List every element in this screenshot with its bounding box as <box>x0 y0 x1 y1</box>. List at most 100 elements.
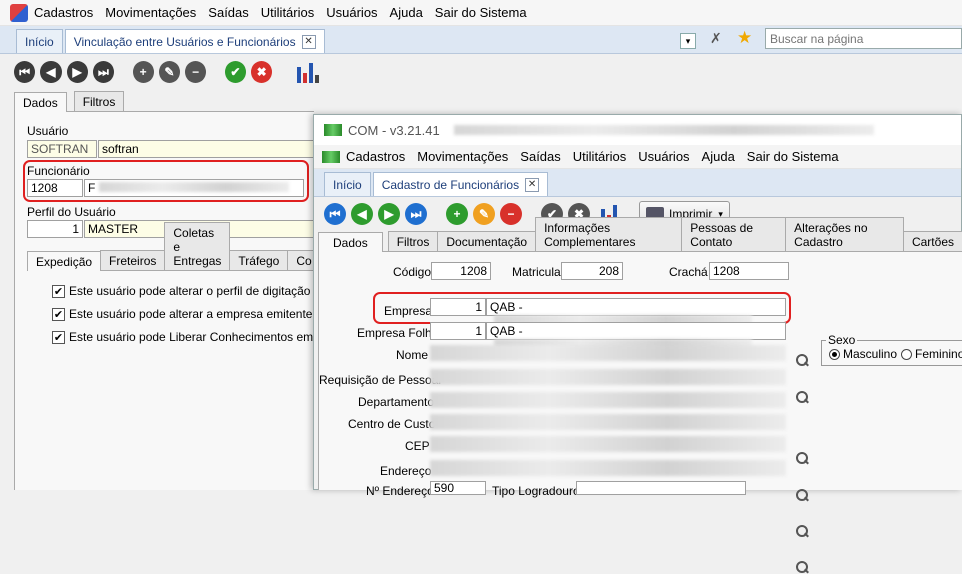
search-icon[interactable] <box>795 524 809 538</box>
menu-saidas[interactable]: Saídas <box>208 5 248 20</box>
window-title: COM - v3.21.41 <box>348 122 440 138</box>
requisicao-field[interactable] <box>430 369 786 385</box>
radio-feminino[interactable] <box>901 348 913 360</box>
check-row-2[interactable]: ✔ Este usuário pode alterar a empresa emi… <box>52 307 346 321</box>
menu-usuarios[interactable]: Usuários <box>638 149 689 164</box>
menu-utilitarios[interactable]: Utilitários <box>261 5 314 20</box>
bg-subtabs: Dados Filtros <box>14 90 314 112</box>
matricula-field[interactable]: 208 <box>561 262 623 280</box>
tab-label: Início <box>25 34 54 49</box>
tab-pessoas-contato[interactable]: Pessoas de Contato <box>681 217 787 251</box>
empresa-folha-name-field[interactable]: QAB - <box>486 322 786 349</box>
tab-dados[interactable]: Dados <box>14 92 67 112</box>
codigo-field[interactable]: 1208 <box>431 262 491 280</box>
departamento-label: Departamento <box>358 395 435 409</box>
star-icon[interactable]: ★ <box>737 28 752 48</box>
matricula-label: Matricula <box>512 265 561 279</box>
tab-cadastro-funcionarios[interactable]: Cadastro de Funcionários ✕ <box>372 172 549 196</box>
menu-ajuda[interactable]: Ajuda <box>702 149 735 164</box>
unpin-icon[interactable]: ✗ <box>710 30 722 47</box>
app-icon <box>324 124 342 136</box>
close-tab-icon[interactable]: ✕ <box>301 34 316 49</box>
search-input[interactable] <box>765 28 962 49</box>
tab-trafego[interactable]: Tráfego <box>229 250 289 270</box>
delete-button[interactable]: − <box>500 203 522 225</box>
menu-movimentacoes[interactable]: Movimentações <box>105 5 196 20</box>
edit-button[interactable]: ✎ <box>473 203 495 225</box>
endereco-field[interactable] <box>430 460 786 476</box>
first-record-button[interactable]: ⏮ <box>324 203 346 225</box>
menu-usuarios[interactable]: Usuários <box>326 5 377 20</box>
codigo-label: Código <box>393 265 432 279</box>
chevron-down-icon[interactable]: ▾ <box>680 33 696 49</box>
radio-feminino-label: Feminino <box>915 347 962 361</box>
menu-movimentacoes[interactable]: Movimentações <box>417 149 508 164</box>
first-record-button[interactable]: ⏮ <box>14 61 36 83</box>
search-icon[interactable] <box>795 488 809 502</box>
search-icon[interactable] <box>795 451 809 465</box>
empresa-folha-code-field[interactable]: 1 <box>430 322 486 340</box>
report-chart-icon[interactable] <box>296 61 320 83</box>
confirm-button[interactable]: ✔ <box>224 61 247 83</box>
next-record-button[interactable]: ▶ <box>66 61 88 83</box>
main-menu-bar: Cadastros Movimentações Saídas Utilitári… <box>0 0 962 26</box>
menu-ajuda[interactable]: Ajuda <box>390 5 423 20</box>
tab-cartoes[interactable]: Cartões <box>902 231 962 251</box>
cep-field[interactable] <box>430 436 786 452</box>
perfil-code-field[interactable]: 1 <box>27 220 83 238</box>
cancel-button[interactable]: ✖ <box>251 61 273 83</box>
tab-expedicao[interactable]: Expedição <box>27 251 102 271</box>
tab-coletas[interactable]: Coletas e Entregas <box>164 222 231 270</box>
tab-inicio[interactable]: Início <box>324 172 371 196</box>
menu-sair[interactable]: Sair do Sistema <box>435 5 527 20</box>
radio-masculino[interactable] <box>829 348 840 360</box>
numero-field[interactable]: 590 <box>430 481 486 495</box>
close-tab-icon[interactable]: ✕ <box>525 177 540 192</box>
delete-button[interactable]: − <box>185 61 207 83</box>
menu-utilitarios[interactable]: Utilitários <box>573 149 626 164</box>
menu-sair[interactable]: Sair do Sistema <box>747 149 839 164</box>
checkbox-checked-icon[interactable]: ✔ <box>52 307 65 321</box>
last-record-button[interactable]: ⏭ <box>405 203 427 225</box>
tab-info-complementares[interactable]: Informações Complementares <box>535 217 683 251</box>
search-icon[interactable] <box>795 353 809 367</box>
child-subtabs: Dados Filtros Documentação Informações C… <box>318 217 962 252</box>
usuario-code-field[interactable]: SOFTRAN <box>27 140 97 158</box>
menu-cadastros[interactable]: Cadastros <box>346 149 405 164</box>
child-tab-bar: Início Cadastro de Funcionários ✕ <box>314 169 961 197</box>
prev-record-button[interactable]: ◀ <box>40 61 62 83</box>
checkbox-checked-icon[interactable]: ✔ <box>52 330 65 344</box>
numero-label: Nº Endereço <box>366 484 434 498</box>
cracha-field[interactable]: 1208 <box>709 262 789 280</box>
menu-saidas[interactable]: Saídas <box>520 149 560 164</box>
child-title-bar: COM - v3.21.41 <box>314 115 961 145</box>
tipo-logradouro-select[interactable] <box>576 481 746 495</box>
tab-vinculacao[interactable]: Vinculação entre Usuários e Funcionários… <box>64 29 325 53</box>
prev-record-button[interactable]: ◀ <box>351 203 373 225</box>
last-record-button[interactable]: ⏭ <box>92 61 114 83</box>
tab-inicio[interactable]: Início <box>16 29 63 53</box>
tab-dados[interactable]: Dados <box>318 232 383 252</box>
checkbox-checked-icon[interactable]: ✔ <box>52 284 65 298</box>
centro-custo-field[interactable] <box>430 414 786 430</box>
redacted-area <box>453 125 874 135</box>
tab-documentacao[interactable]: Documentação <box>437 231 537 251</box>
search-icon[interactable] <box>795 560 809 574</box>
check-label: Este usuário pode alterar o perfil de di… <box>69 284 344 298</box>
nome-field[interactable] <box>430 345 786 361</box>
edit-button[interactable]: ✎ <box>158 61 181 83</box>
check-row-1[interactable]: ✔ Este usuário pode alterar o perfil de d… <box>52 284 344 298</box>
add-button[interactable]: + <box>132 61 154 83</box>
usuario-name-field[interactable]: softran <box>98 140 314 158</box>
tab-freteiros[interactable]: Freteiros <box>100 250 166 270</box>
tab-alteracoes-cadastro[interactable]: Alterações no Cadastro <box>785 217 904 251</box>
add-button[interactable]: + <box>446 203 468 225</box>
tab-filtros[interactable]: Filtros <box>387 231 439 251</box>
tab-filtros[interactable]: Filtros <box>73 91 125 111</box>
menu-cadastros[interactable]: Cadastros <box>34 5 93 20</box>
departamento-field[interactable] <box>430 392 786 408</box>
check-row-3[interactable]: ✔ Este usuário pode Liberar Conhecimentos… <box>52 330 341 344</box>
search-icon[interactable] <box>795 390 809 404</box>
perfil-label: Perfil do Usuário <box>27 205 116 219</box>
next-record-button[interactable]: ▶ <box>378 203 400 225</box>
